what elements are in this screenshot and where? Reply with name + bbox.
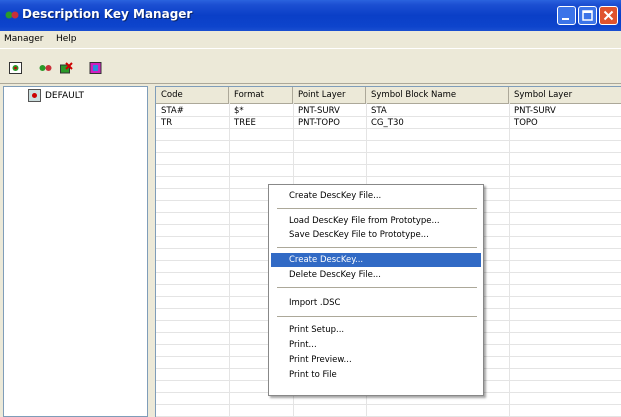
- menu-separator: [277, 316, 477, 317]
- tree-node-default[interactable]: DEFAULT: [28, 89, 84, 102]
- menu-item-load-from-prototype[interactable]: Load DescKey File from Prototype...: [271, 214, 481, 228]
- menu-manager[interactable]: Manager: [4, 34, 43, 44]
- database-icon: [28, 89, 41, 102]
- menu-item-create-desckey-file[interactable]: Create DescKey File...: [271, 189, 481, 203]
- menu-separator: [277, 247, 477, 248]
- description-key-manager-window: Description Key Manager Manager Help DEF…: [0, 0, 621, 417]
- menu-item-print-preview[interactable]: Print Preview...: [271, 353, 481, 367]
- minimize-button[interactable]: [557, 6, 576, 25]
- delete-icon[interactable]: [60, 62, 73, 74]
- cell-code[interactable]: STA#: [156, 105, 229, 117]
- cell-symbol-block-name[interactable]: STA: [366, 105, 509, 117]
- cell-code[interactable]: TR: [156, 117, 229, 129]
- grid-row-line: [156, 176, 621, 177]
- cell-symbol-layer[interactable]: TOPO: [509, 117, 621, 129]
- grid-row-line: [156, 140, 621, 141]
- grid-row-line: [156, 404, 621, 405]
- column-header-symbol-layer[interactable]: Symbol Layer: [509, 87, 621, 103]
- grid-row-line: [156, 164, 621, 165]
- cell-point-layer[interactable]: PNT-TOPO: [293, 117, 366, 129]
- column-header-symbol-block-name[interactable]: Symbol Block Name: [366, 87, 509, 103]
- tree-node-label: DEFAULT: [45, 90, 84, 101]
- cell-symbol-block-name[interactable]: CG_T30: [366, 117, 509, 129]
- close-icon: [603, 10, 614, 21]
- minimize-icon: [562, 18, 569, 20]
- column-header-format[interactable]: Format: [229, 87, 293, 103]
- new-icon[interactable]: [9, 62, 22, 74]
- menu-item-print[interactable]: Print...: [271, 338, 481, 352]
- grid-row-line: [156, 152, 621, 153]
- menu-help[interactable]: Help: [56, 34, 77, 44]
- menu-item-create-desckey[interactable]: Create DescKey...: [271, 253, 481, 267]
- cell-point-layer[interactable]: PNT-SURV: [293, 105, 366, 117]
- maximize-button[interactable]: [578, 6, 597, 25]
- menu-item-delete-desckey-file[interactable]: Delete DescKey File...: [271, 268, 481, 282]
- properties-icon[interactable]: [89, 62, 102, 74]
- menu-item-import-dsc[interactable]: Import .DSC: [271, 296, 481, 310]
- grid-column-line: [509, 103, 510, 417]
- window-title: Description Key Manager: [22, 7, 193, 21]
- column-header-code[interactable]: Code: [156, 87, 229, 103]
- grid-column-line: [229, 103, 230, 417]
- app-icon: [5, 11, 19, 19]
- close-button[interactable]: [599, 6, 618, 25]
- menu-item-print-setup[interactable]: Print Setup...: [271, 323, 481, 337]
- edit-icon[interactable]: [39, 62, 52, 74]
- menu-separator: [277, 208, 477, 209]
- cell-format[interactable]: $*: [229, 105, 293, 117]
- menu-separator: [277, 287, 477, 288]
- menu-bar: Manager Help: [0, 31, 621, 48]
- context-menu: Create DescKey File... Load DescKey File…: [268, 184, 484, 396]
- toolbar: [0, 48, 621, 84]
- maximize-icon: [582, 10, 593, 21]
- column-header-point-layer[interactable]: Point Layer: [293, 87, 366, 103]
- menu-item-print-to-file[interactable]: Print to File: [271, 368, 481, 382]
- cell-symbol-layer[interactable]: PNT-SURV: [509, 105, 621, 117]
- tree-panel: DEFAULT: [3, 86, 148, 417]
- cell-format[interactable]: TREE: [229, 117, 293, 129]
- menu-item-save-to-prototype[interactable]: Save DescKey File to Prototype...: [271, 228, 481, 242]
- title-bar[interactable]: Description Key Manager: [0, 0, 621, 31]
- grid-header: Code Format Point Layer Symbol Block Nam…: [156, 87, 621, 104]
